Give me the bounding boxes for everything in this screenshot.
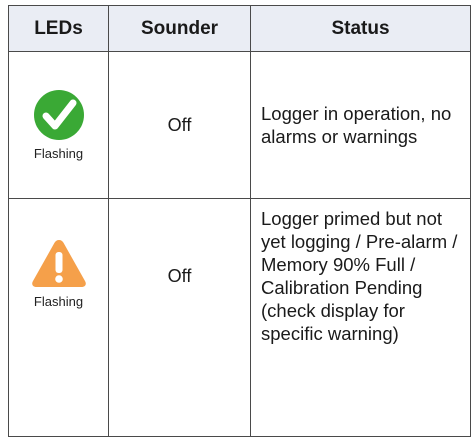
status-cell: Logger primed but not yet logging / Pre-… <box>250 198 471 437</box>
led-cell: Flashing <box>8 198 109 437</box>
orange-warning-triangle-icon <box>31 240 86 287</box>
led-caption: Flashing <box>33 294 84 309</box>
led-cell: Flashing <box>8 51 109 199</box>
header-status: Status <box>250 5 471 52</box>
led-caption: Flashing <box>33 146 84 161</box>
table-header: LEDs Sounder Status <box>8 5 471 52</box>
sounder-cell: Off <box>108 51 251 199</box>
sounder-cell: Off <box>108 198 251 437</box>
status-cell: Logger in operation, no alarms or warnin… <box>250 51 471 199</box>
led-status-table: LEDs Sounder Status Flashing Off Logger … <box>8 5 471 437</box>
header-row: LEDs Sounder Status <box>8 5 471 52</box>
green-checkmark-icon <box>33 90 84 140</box>
table-row: Flashing Off Logger in operation, no ala… <box>8 51 471 199</box>
table-row: Flashing Off Logger primed but not yet l… <box>8 198 471 437</box>
header-leds: LEDs <box>8 5 109 52</box>
header-sounder: Sounder <box>108 5 251 52</box>
